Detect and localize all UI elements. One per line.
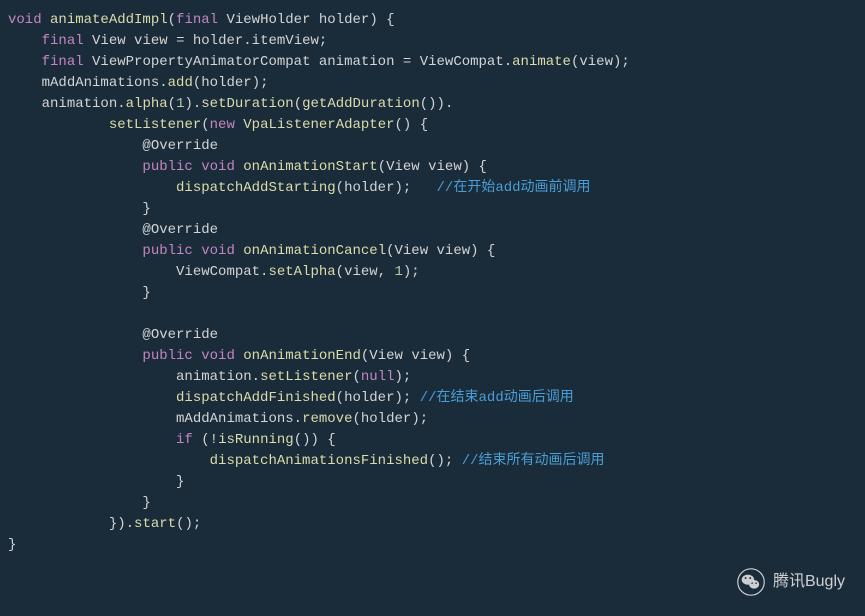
comment: //在结束add动画后调用 [420,390,574,406]
comment: //结束所有动画后调用 [462,453,605,469]
code-block: void animateAddImpl(final ViewHolder hol… [8,10,857,556]
watermark-text: 腾讯Bugly [773,570,845,594]
method-name: animateAddImpl [50,12,168,28]
wechat-icon [737,568,765,596]
keyword: void [8,12,42,28]
comment: //在开始add动画前调用 [437,180,591,196]
watermark: 腾讯Bugly [737,568,845,596]
